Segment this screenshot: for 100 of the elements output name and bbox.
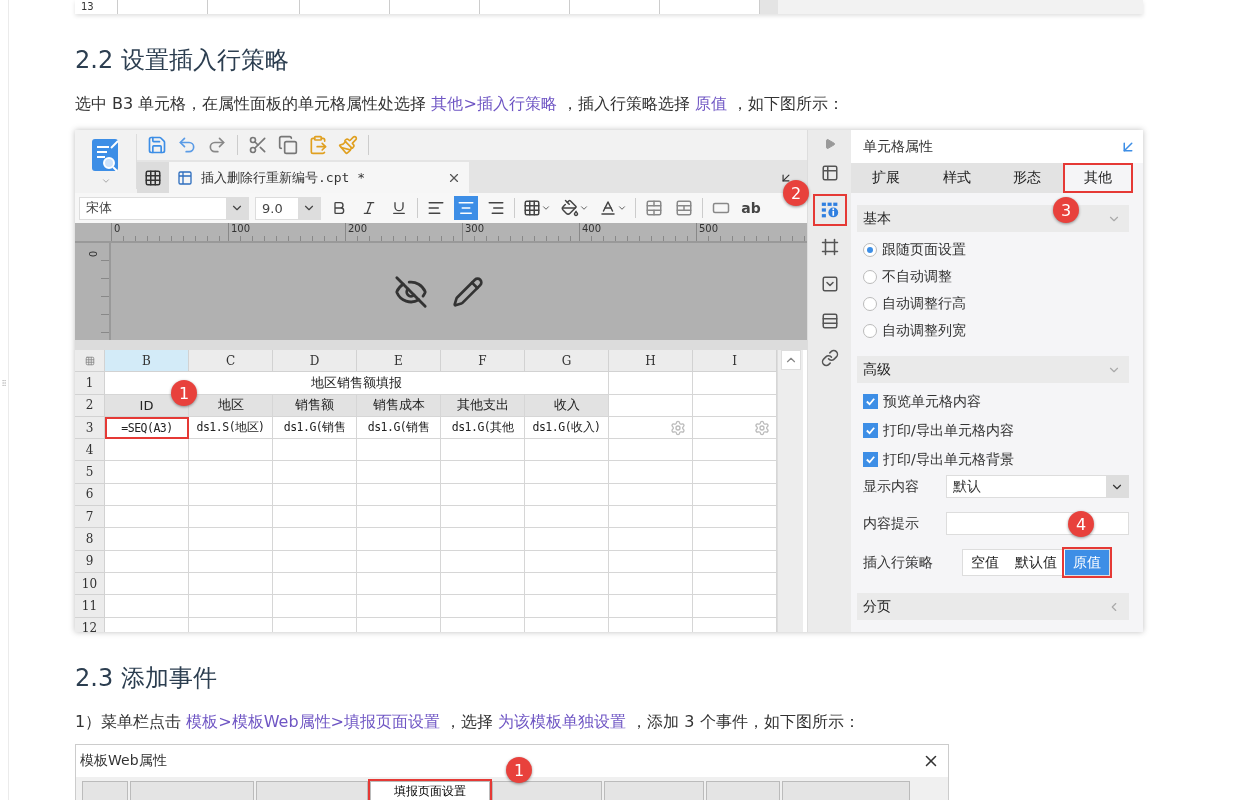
check-icon xyxy=(865,454,876,465)
radio[interactable] xyxy=(863,242,877,257)
row-header[interactable]: 11 xyxy=(75,595,105,618)
gear-icon[interactable] xyxy=(670,419,686,436)
tab[interactable]: 填报页面设置 xyxy=(370,781,490,800)
field-label: 插入行策略 xyxy=(863,553,934,572)
table-cell: ds1.S(地区) xyxy=(189,416,273,440)
paragraph: 1）菜单栏点击 模板>模板Web属性>填报页面设置 ，选择 为该模板单独设置 ，添加 3 个事件，如下图所示： xyxy=(75,711,861,733)
tab[interactable]: 样式 xyxy=(921,163,992,193)
dialog-title: 模板Web属性 xyxy=(80,752,167,770)
tab[interactable]: 扩展 xyxy=(851,163,922,193)
row-header[interactable]: 3 xyxy=(75,416,105,440)
field-label: 显示内容 xyxy=(863,477,920,496)
tab[interactable]: 形态 xyxy=(992,163,1063,193)
text-button[interactable]: ab xyxy=(739,196,763,220)
gear-icon[interactable] xyxy=(754,419,770,436)
align-right-icon xyxy=(487,199,505,217)
scrollbar[interactable] xyxy=(777,350,803,632)
grid-icon xyxy=(84,355,95,366)
table-cell: ds1.G(收入) xyxy=(525,416,609,440)
grid-icon xyxy=(523,199,541,217)
row-header[interactable]: 7 xyxy=(75,506,105,529)
size-select[interactable]: 9.0 xyxy=(255,196,321,220)
row-header[interactable]: 1 xyxy=(75,372,105,395)
radio-label: 跟随页面设置 xyxy=(882,240,966,259)
input-field[interactable] xyxy=(946,512,1129,535)
row-header[interactable]: 8 xyxy=(75,528,105,551)
checkbox-label: 打印/导出单元格内容 xyxy=(883,421,1014,440)
display-select[interactable]: 默认 xyxy=(946,475,1129,498)
new-sheet-button[interactable] xyxy=(137,162,169,193)
radio-label: 不自动调整 xyxy=(882,267,952,286)
link[interactable]: 原值 xyxy=(695,94,727,113)
pencil-icon[interactable] xyxy=(452,275,484,308)
column-header[interactable]: D xyxy=(273,350,357,373)
save-icon[interactable] xyxy=(147,135,167,155)
column-header[interactable]: B xyxy=(105,350,189,373)
radio-label: 自动调整行高 xyxy=(882,294,966,313)
column-header[interactable]: G xyxy=(525,350,609,373)
column-header[interactable]: H xyxy=(609,350,693,373)
row-header[interactable]: 6 xyxy=(75,483,105,507)
copy-icon[interactable] xyxy=(278,135,298,155)
table-cell: ds1.G(销售 xyxy=(273,416,357,440)
column-header[interactable]: I xyxy=(693,350,777,373)
corner-header[interactable] xyxy=(75,350,105,373)
row-number: 13 xyxy=(75,0,118,14)
link[interactable]: 为该模板单独设置 xyxy=(498,712,627,731)
grid-icon xyxy=(144,168,162,187)
frame-icon xyxy=(820,237,839,257)
letter-icon xyxy=(599,199,617,217)
scissors-icon[interactable] xyxy=(248,135,268,155)
report-logo-icon[interactable] xyxy=(90,137,121,174)
expand-icon[interactable] xyxy=(823,138,836,150)
rows-icon xyxy=(820,311,839,331)
tab[interactable]: 其他 xyxy=(1062,163,1133,193)
radio[interactable] xyxy=(863,296,877,311)
column-header[interactable]: E xyxy=(357,350,441,373)
table-cell: ds1.G(其他 xyxy=(441,416,525,440)
radio-label: 自动调整列宽 xyxy=(882,321,966,340)
bold-icon xyxy=(331,200,347,216)
panel-title: 单元格属性 xyxy=(863,137,933,156)
redo-icon[interactable] xyxy=(207,135,227,155)
dropdown-box-icon xyxy=(820,274,839,294)
row-header[interactable]: 10 xyxy=(75,572,105,596)
checkbox[interactable] xyxy=(863,452,878,467)
row-header[interactable]: 2 xyxy=(75,394,105,417)
radio[interactable] xyxy=(863,269,877,284)
row-header[interactable]: 9 xyxy=(75,550,105,573)
drag-handle-icon[interactable] xyxy=(0,377,8,389)
undo-icon[interactable] xyxy=(177,135,197,155)
brush-icon[interactable] xyxy=(338,135,358,155)
checkbox[interactable] xyxy=(863,394,878,409)
step-badge: 4 xyxy=(1068,511,1094,537)
side-tool-button[interactable] xyxy=(814,196,845,224)
table-cell: =SEQ(A3) xyxy=(105,416,189,440)
link[interactable]: 模板>模板Web属性>填报页面设置 xyxy=(186,712,440,731)
link[interactable]: 其他>插入行策略 xyxy=(431,94,557,113)
row-header[interactable]: 5 xyxy=(75,461,105,484)
align-left-icon xyxy=(427,199,445,217)
section-heading: 2.3 添加事件 xyxy=(75,663,218,694)
table-cell: 收入 xyxy=(525,394,609,417)
checkbox-label: 预览单元格内容 xyxy=(883,392,981,411)
scroll-up-button[interactable] xyxy=(780,350,801,370)
radio[interactable] xyxy=(863,323,877,338)
option-button[interactable]: 空值 xyxy=(963,550,1007,575)
table-icon xyxy=(820,163,839,183)
eye-off-icon[interactable] xyxy=(394,274,428,309)
font-select[interactable]: 宋体 xyxy=(79,196,249,220)
row-header[interactable]: 4 xyxy=(75,439,105,462)
file-tab[interactable]: 插入删除行重新编号.cpt * xyxy=(169,162,469,193)
merge-cells-icon xyxy=(645,199,663,217)
column-header[interactable]: F xyxy=(441,350,525,373)
section-header[interactable]: 分页 xyxy=(857,593,1129,620)
step-badge: 3 xyxy=(1053,197,1079,223)
checkbox[interactable] xyxy=(863,423,878,438)
grid-info-icon xyxy=(820,200,839,220)
paste-icon[interactable] xyxy=(308,135,328,155)
column-header[interactable]: C xyxy=(189,350,273,373)
option-button[interactable]: 默认值 xyxy=(1007,550,1065,575)
section-header[interactable]: 高级 xyxy=(857,356,1129,383)
check-icon xyxy=(865,396,876,407)
